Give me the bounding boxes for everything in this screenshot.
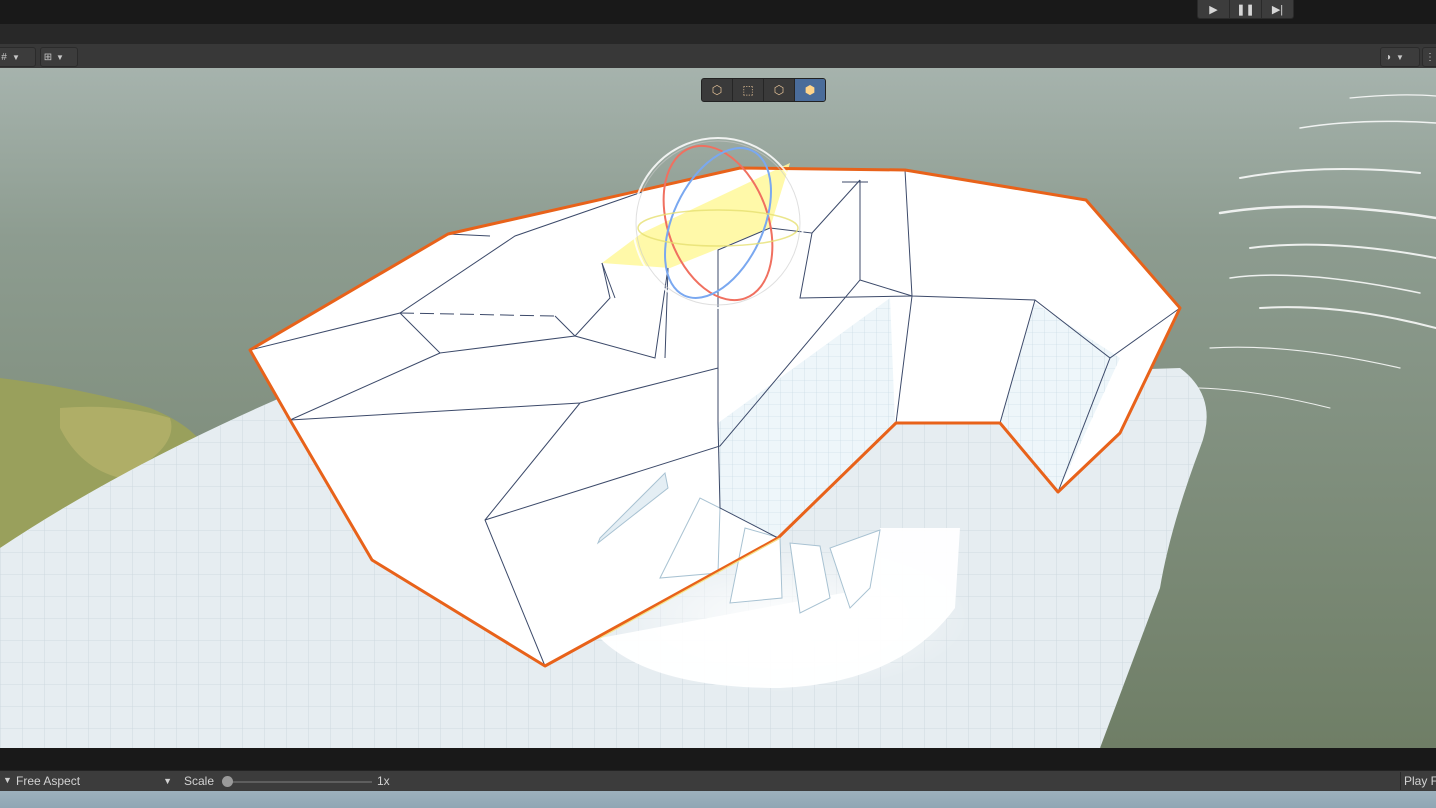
object-mode-icon: ⬡ xyxy=(711,83,723,97)
vertex-mode-button[interactable]: ⬚ xyxy=(733,79,764,101)
vertex-mode-icon: ⬚ xyxy=(742,83,754,97)
scene-options-button[interactable]: ⋮ xyxy=(1422,47,1436,67)
step-icon: ▶| xyxy=(1271,3,1284,16)
display-dropdown-icon[interactable]: ▼ xyxy=(3,775,12,785)
play-controls: ▶ ❚❚ ▶| xyxy=(1197,0,1294,19)
face-mode-button[interactable]: ⬢ xyxy=(795,79,825,101)
scene-view-toolbar: # ▼ ⊞ ▼ ◑ ▼ ⋮ xyxy=(0,44,1436,69)
increment-snap-dropdown[interactable]: ⊞ ▼ xyxy=(40,47,78,67)
edge-mode-icon: ⬡ xyxy=(773,83,785,97)
options-icon: ⋮ xyxy=(1425,51,1435,63)
pause-button[interactable]: ❚❚ xyxy=(1230,0,1262,18)
scale-label: Scale xyxy=(184,774,215,788)
face-mode-icon: ⬢ xyxy=(804,83,816,97)
grid-snap-dropdown[interactable]: # ▼ xyxy=(0,47,36,67)
aspect-dropdown[interactable]: Free Aspect ▼ xyxy=(16,772,176,790)
shading-mode-dropdown[interactable]: ◑ ▼ xyxy=(1380,47,1420,67)
play-button[interactable]: ▶ xyxy=(1198,0,1230,18)
main-toolbar: ▶ ❚❚ ▶| xyxy=(0,0,1436,24)
chevron-down-icon: ▼ xyxy=(163,776,172,786)
step-button[interactable]: ▶| xyxy=(1262,0,1293,18)
scene-viewport[interactable] xyxy=(0,68,1436,748)
game-view-preview xyxy=(0,791,1436,808)
probuilder-mode-toolbar: ⬡ ⬚ ⬡ ⬢ xyxy=(701,78,826,102)
play-focus-dropdown[interactable]: Play F xyxy=(1400,772,1436,790)
chevron-down-icon: ▼ xyxy=(1396,52,1404,62)
object-mode-button[interactable]: ⬡ xyxy=(702,79,733,101)
aspect-label: Free Aspect xyxy=(16,774,81,788)
play-icon: ▶ xyxy=(1209,3,1218,16)
scene-render xyxy=(0,68,1436,748)
game-view-toolbar: ▼ Free Aspect ▼ Scale 1x Play F xyxy=(0,770,1436,792)
tab-strip xyxy=(0,24,1436,45)
scale-value: 1x xyxy=(377,774,390,788)
grid-snap-icon: # xyxy=(1,51,7,63)
chevron-down-icon: ▼ xyxy=(12,52,20,62)
scale-slider-track[interactable] xyxy=(226,781,372,783)
unity-editor: ▶ ❚❚ ▶| # ▼ ⊞ ▼ ◑ ▼ ⋮ ⬡ ⬚ ⬡ ⬢ ▼ Free Asp… xyxy=(0,0,1436,808)
shading-mode-icon: ◑ xyxy=(1384,51,1392,63)
edge-mode-button[interactable]: ⬡ xyxy=(764,79,795,101)
chevron-down-icon: ▼ xyxy=(56,52,64,62)
increment-snap-icon: ⊞ xyxy=(43,51,53,63)
panel-tab-strip xyxy=(0,748,1436,770)
pause-icon: ❚❚ xyxy=(1236,3,1255,16)
scale-slider-thumb[interactable] xyxy=(222,776,233,787)
